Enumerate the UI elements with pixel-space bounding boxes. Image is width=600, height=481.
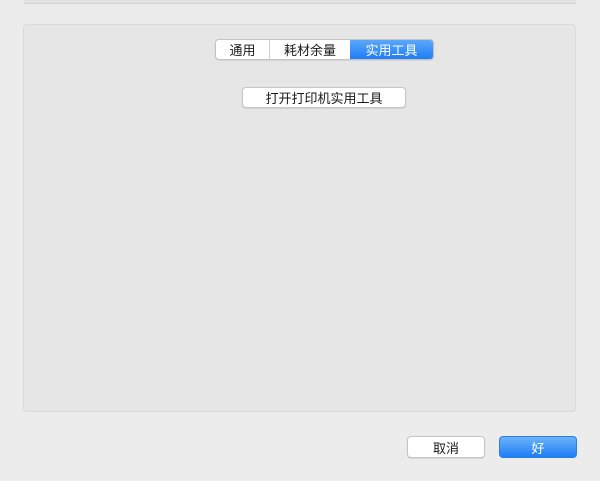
tab-general[interactable]: 通用 [216, 40, 269, 59]
tab-utility[interactable]: 实用工具 [350, 40, 433, 59]
tab-supply-levels[interactable]: 耗材余量 [269, 40, 350, 59]
open-printer-utility-button[interactable]: 打开打印机实用工具 [242, 87, 406, 108]
tab-content-panel: 通用 耗材余量 实用工具 打开打印机实用工具 [23, 24, 576, 412]
tab-bar: 通用 耗材余量 实用工具 [215, 39, 434, 60]
ok-button[interactable]: 好 [499, 436, 577, 458]
window-top-edge [24, 0, 576, 4]
cancel-button[interactable]: 取消 [407, 436, 485, 458]
